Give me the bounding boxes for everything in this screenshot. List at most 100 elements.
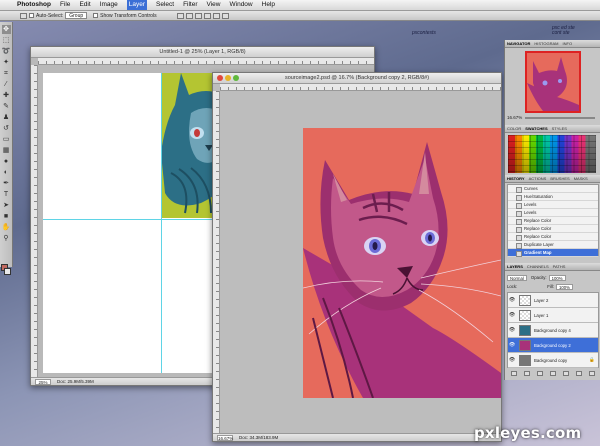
clone-stamp-icon[interactable]: ♟ bbox=[2, 113, 11, 122]
history-brush-icon[interactable]: ↺ bbox=[2, 124, 11, 133]
shape-tool-icon[interactable]: ■ bbox=[2, 212, 11, 221]
dodge-tool-icon[interactable]: ◐ bbox=[2, 168, 11, 177]
tab-histogram[interactable]: Histogram bbox=[534, 41, 558, 46]
tab-color[interactable]: Color bbox=[507, 126, 521, 131]
navigator-zoom-slider[interactable] bbox=[525, 117, 595, 119]
lasso-tool-icon[interactable]: ➰ bbox=[2, 47, 11, 56]
zoom-tool-icon[interactable]: ⚲ bbox=[2, 234, 11, 243]
zoom-window-button[interactable] bbox=[233, 75, 239, 81]
new-layer-icon[interactable] bbox=[576, 371, 583, 376]
history-item-selected[interactable]: Gradient Map bbox=[508, 249, 598, 257]
group-folder-icon[interactable] bbox=[563, 371, 570, 376]
history-item[interactable]: Levels bbox=[508, 209, 598, 217]
layer-row[interactable]: 👁 Layer 1 bbox=[508, 308, 598, 323]
horizontal-ruler[interactable] bbox=[220, 84, 501, 91]
visibility-eye-icon[interactable]: 👁 bbox=[508, 327, 516, 333]
tab-layers[interactable]: Layers bbox=[507, 264, 523, 269]
tab-swatches[interactable]: Swatches bbox=[525, 126, 547, 131]
navigator-thumbnail[interactable] bbox=[525, 51, 581, 113]
history-item[interactable]: Levels bbox=[508, 201, 598, 209]
menu-view[interactable]: View bbox=[207, 0, 221, 10]
type-tool-icon[interactable]: T bbox=[2, 190, 11, 199]
layer-mask-icon[interactable] bbox=[536, 371, 543, 376]
align-left-icon[interactable] bbox=[203, 12, 211, 19]
hand-tool-icon[interactable]: ✋ bbox=[2, 223, 11, 232]
pen-tool-icon[interactable]: ✒ bbox=[2, 179, 11, 188]
menu-image[interactable]: Image bbox=[100, 0, 118, 10]
eyedropper-icon[interactable]: ⁄ bbox=[2, 80, 11, 89]
crop-tool-icon[interactable]: ⌗ bbox=[2, 69, 11, 78]
blur-tool-icon[interactable]: ● bbox=[2, 157, 11, 166]
menu-window[interactable]: Window bbox=[230, 0, 253, 10]
guide-line-vertical[interactable] bbox=[161, 73, 162, 373]
auto-select-checkbox[interactable] bbox=[29, 13, 34, 18]
opacity-field[interactable]: 100% bbox=[548, 274, 566, 281]
layer-style-icon[interactable] bbox=[523, 371, 530, 376]
align-top-icon[interactable] bbox=[176, 12, 184, 19]
history-item[interactable]: Replace Color bbox=[508, 225, 598, 233]
navigator-zoom-value[interactable]: 16.67% bbox=[507, 115, 522, 120]
eraser-icon[interactable]: ▭ bbox=[2, 135, 11, 144]
history-item[interactable]: Replace Color bbox=[508, 217, 598, 225]
zoom-field[interactable]: 16.67% bbox=[217, 435, 233, 441]
show-transform-checkbox[interactable] bbox=[93, 13, 99, 18]
brush-tool-icon[interactable]: ✎ bbox=[2, 102, 11, 111]
document-title[interactable]: Untitled-1 @ 25% (Layer 1, RGB/8) bbox=[31, 47, 374, 58]
document-window-sourceimage[interactable]: sourceimage2.psd @ 16.7% (Background cop… bbox=[212, 72, 502, 442]
layer-row-selected[interactable]: 👁 Background copy 2 bbox=[508, 338, 598, 353]
menu-help[interactable]: Help bbox=[262, 0, 275, 10]
layer-row[interactable]: 👁 Layer 2 bbox=[508, 293, 598, 308]
horizontal-ruler[interactable] bbox=[38, 58, 374, 65]
minimize-window-button[interactable] bbox=[225, 75, 231, 81]
layer-row[interactable]: 👁 Background copy 4 bbox=[508, 323, 598, 338]
swatches-grid[interactable] bbox=[508, 135, 596, 173]
apple-icon[interactable] bbox=[4, 1, 11, 9]
canvas[interactable] bbox=[303, 128, 501, 398]
align-bottom-icon[interactable] bbox=[194, 12, 202, 19]
history-item[interactable]: Replace Color bbox=[508, 233, 598, 241]
trash-icon[interactable] bbox=[589, 371, 596, 376]
tab-channels[interactable]: Channels bbox=[527, 264, 549, 269]
healing-brush-icon[interactable]: ✚ bbox=[2, 91, 11, 100]
auto-select-dropdown[interactable]: Group bbox=[65, 12, 88, 19]
vertical-ruler[interactable] bbox=[31, 65, 38, 377]
vertical-ruler[interactable] bbox=[213, 91, 220, 433]
visibility-eye-icon[interactable]: 👁 bbox=[508, 312, 516, 318]
document-title[interactable]: sourceimage2.psd @ 16.7% (Background cop… bbox=[213, 73, 501, 84]
tab-masks[interactable]: Masks bbox=[574, 176, 588, 181]
gradient-tool-icon[interactable]: ▦ bbox=[2, 146, 11, 155]
history-item[interactable]: Curves bbox=[508, 185, 598, 193]
move-tool-icon[interactable]: ✥ bbox=[1, 25, 11, 34]
menu-filter[interactable]: Filter bbox=[183, 0, 197, 10]
tab-styles[interactable]: Styles bbox=[552, 126, 567, 131]
menu-select[interactable]: Select bbox=[156, 0, 174, 10]
visibility-eye-icon[interactable]: 👁 bbox=[508, 357, 516, 363]
tab-paths[interactable]: Paths bbox=[553, 264, 566, 269]
fill-field[interactable]: 100% bbox=[555, 283, 573, 290]
tab-history[interactable]: History bbox=[507, 176, 525, 181]
align-center-icon[interactable] bbox=[212, 12, 220, 19]
zoom-field[interactable]: 25% bbox=[35, 379, 51, 385]
menu-layer[interactable]: Layer bbox=[126, 0, 147, 10]
adjustment-layer-icon[interactable] bbox=[549, 371, 556, 376]
marquee-tool-icon[interactable]: ⬚ bbox=[2, 36, 11, 45]
menu-edit[interactable]: Edit bbox=[79, 0, 90, 10]
tab-brushes[interactable]: Brushes bbox=[550, 176, 569, 181]
layer-row[interactable]: 👁 Background copy 🔒 bbox=[508, 353, 598, 368]
tab-info[interactable]: Info bbox=[563, 41, 573, 46]
tab-actions[interactable]: Actions bbox=[529, 176, 547, 181]
magic-wand-icon[interactable]: ✦ bbox=[2, 58, 11, 67]
path-select-icon[interactable]: ➤ bbox=[2, 201, 11, 210]
visibility-eye-icon[interactable]: 👁 bbox=[508, 342, 516, 348]
background-color-swatch[interactable] bbox=[4, 268, 11, 275]
link-layers-icon[interactable] bbox=[510, 371, 517, 376]
menu-file[interactable]: File bbox=[60, 0, 70, 10]
move-tool-icon[interactable] bbox=[20, 12, 27, 19]
align-right-icon[interactable] bbox=[221, 12, 229, 19]
align-middle-icon[interactable] bbox=[185, 12, 193, 19]
visibility-eye-icon[interactable]: 👁 bbox=[508, 297, 516, 303]
blend-mode-dropdown[interactable]: Normal bbox=[507, 274, 527, 281]
close-window-button[interactable] bbox=[217, 75, 223, 81]
history-item[interactable]: Hue/Saturation bbox=[508, 193, 598, 201]
tab-navigator[interactable]: Navigator bbox=[507, 41, 530, 46]
